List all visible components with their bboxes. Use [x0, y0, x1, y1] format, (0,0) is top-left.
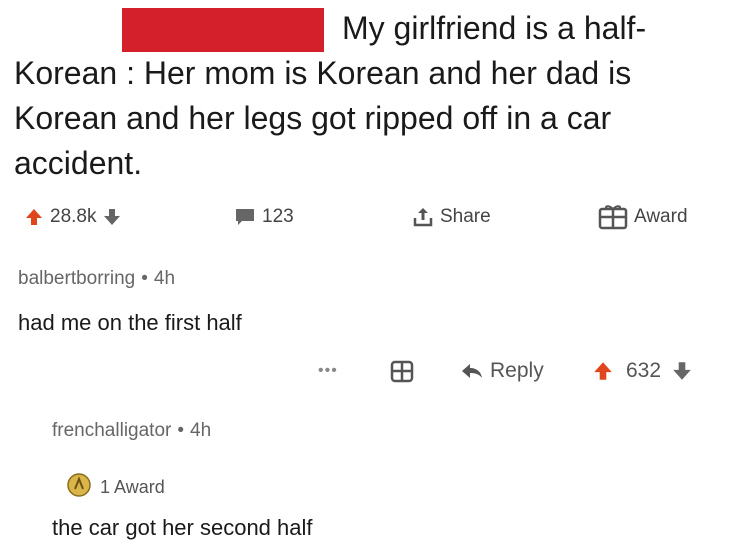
- gift-icon: [598, 204, 628, 230]
- comment-2-award-badge[interactable]: 1 Award: [66, 472, 165, 503]
- reply-icon: [460, 361, 484, 381]
- award-medal-icon: [66, 472, 92, 503]
- comment-1-age: 4h: [153, 268, 176, 289]
- comment-icon: [234, 207, 256, 227]
- comment-1-award-button[interactable]: [390, 354, 414, 388]
- downvote-icon[interactable]: [102, 207, 122, 227]
- reply-label: Reply: [490, 359, 544, 382]
- gift-icon: [390, 359, 414, 383]
- downvote-icon[interactable]: [671, 360, 693, 382]
- reply-button[interactable]: Reply: [460, 354, 544, 388]
- post-vote-group: 28.8k: [24, 200, 122, 234]
- comment-1-action-bar: ••• Reply 632: [0, 354, 740, 388]
- share-icon: [412, 206, 434, 228]
- comment-2-username[interactable]: frenchalligator: [52, 420, 171, 441]
- more-options-icon: •••: [318, 362, 338, 379]
- upvote-icon[interactable]: [24, 207, 44, 227]
- comment-1-meta: balbertborring • 4h: [18, 268, 175, 290]
- post-upvote-count: 28.8k: [50, 206, 97, 227]
- share-button[interactable]: Share: [412, 200, 491, 234]
- post-action-bar: 28.8k 123 Share Award: [0, 200, 740, 234]
- more-options-button[interactable]: •••: [318, 354, 338, 388]
- comment-1-body: had me on the first half: [18, 310, 242, 335]
- comment-2-age: 4h: [190, 420, 212, 441]
- share-label: Share: [440, 206, 491, 227]
- comment-2-award-label: 1 Award: [100, 477, 165, 497]
- comment-1-vote-group: 632: [592, 354, 693, 388]
- award-label: Award: [634, 206, 688, 227]
- upvote-icon[interactable]: [592, 360, 614, 382]
- comment-2-body: the car got her second half: [52, 515, 313, 540]
- comment-2-meta: frenchalligator • 4h: [52, 420, 211, 442]
- comment-count: 123: [262, 206, 294, 227]
- award-button[interactable]: Award: [598, 200, 688, 234]
- comment-1-score: 632: [626, 359, 662, 382]
- separator-dot: •: [141, 268, 148, 289]
- comment-1-username[interactable]: balbertborring: [18, 268, 135, 289]
- separator-dot: •: [177, 420, 184, 441]
- post-title: My girlfriend is a half-Korean : Her mom…: [14, 10, 647, 181]
- comments-button[interactable]: 123: [234, 200, 294, 234]
